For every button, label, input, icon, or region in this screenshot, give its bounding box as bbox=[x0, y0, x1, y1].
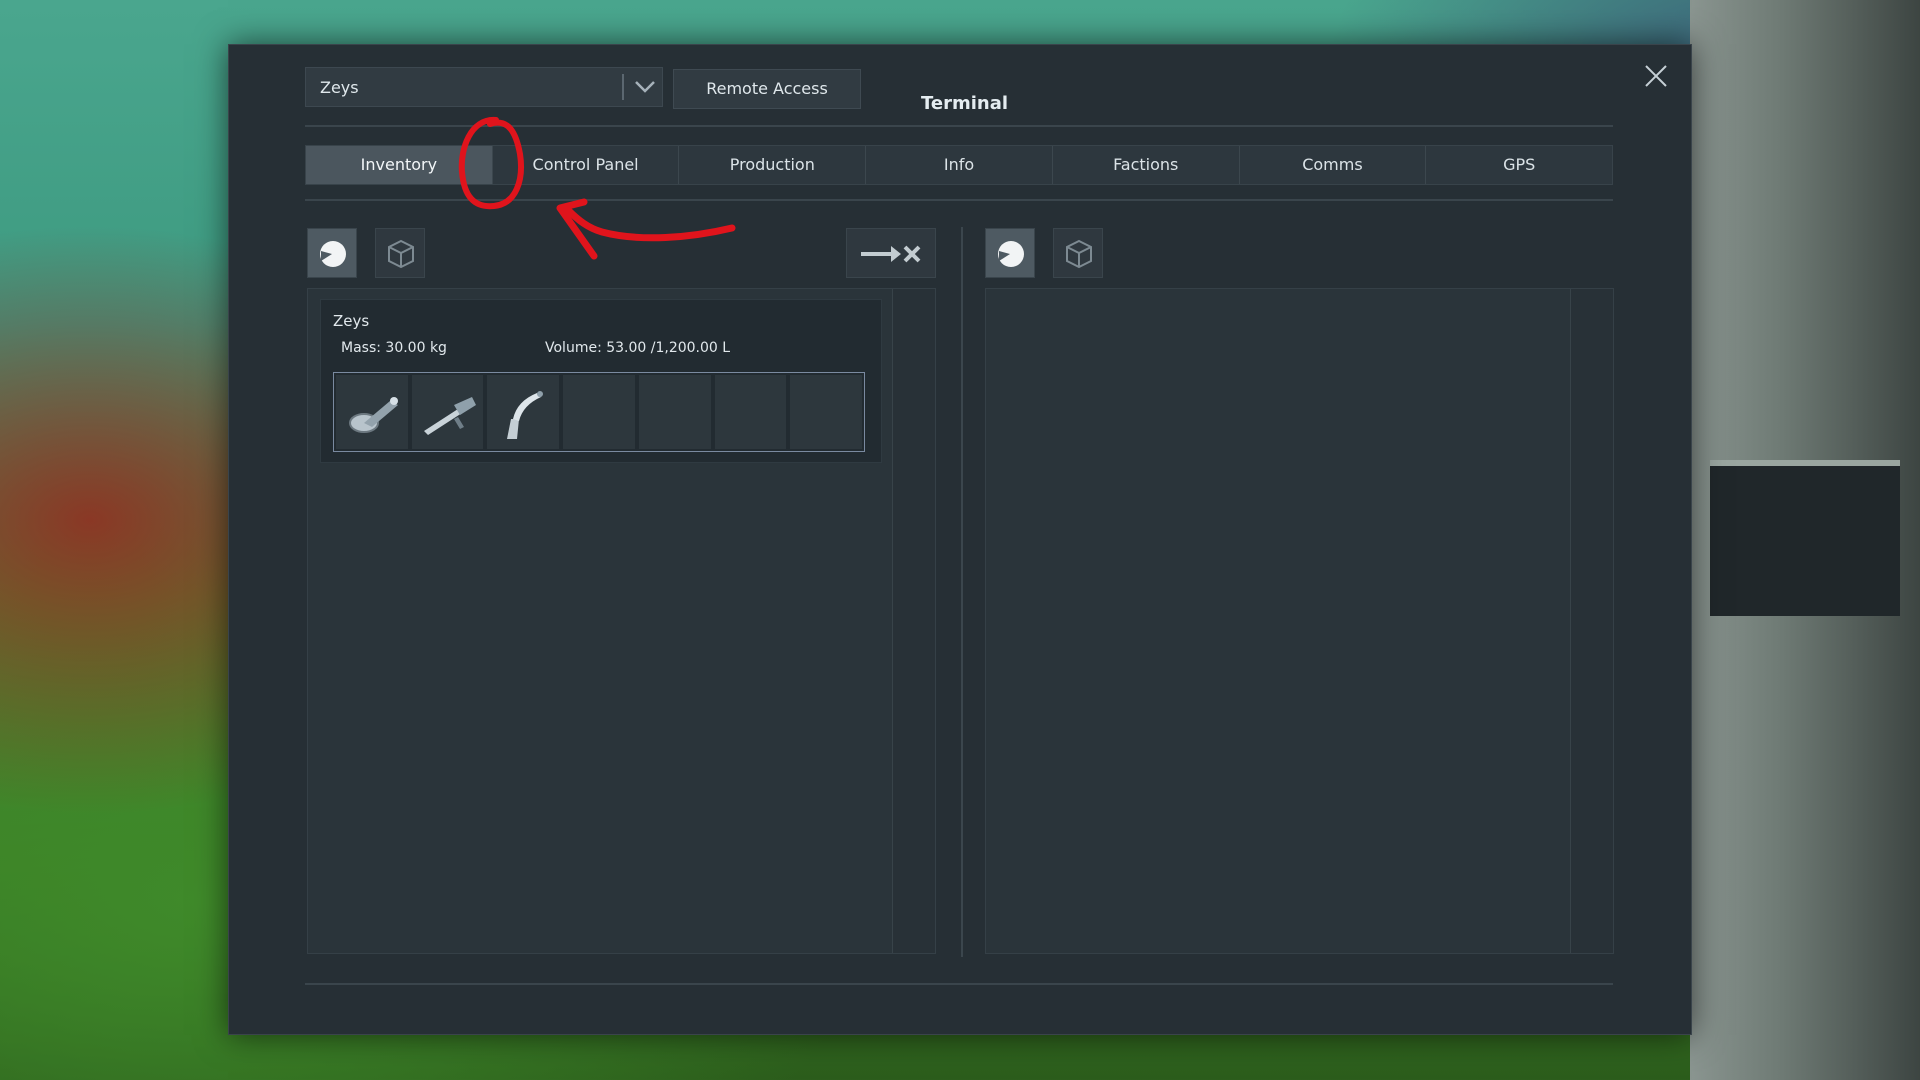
left-character-filter-button[interactable] bbox=[307, 228, 357, 278]
footer-divider bbox=[305, 983, 1613, 985]
transfer-disabled-button[interactable] bbox=[846, 228, 936, 278]
tab-info[interactable]: Info bbox=[866, 146, 1053, 184]
inventory-slots bbox=[333, 372, 865, 452]
hand-drill-icon bbox=[423, 397, 476, 435]
tab-bar: Inventory Control Panel Production Info … bbox=[305, 145, 1613, 185]
welder-icon bbox=[507, 391, 544, 439]
tab-factions[interactable]: Factions bbox=[1053, 146, 1240, 184]
inventory-slot[interactable] bbox=[336, 375, 408, 449]
transfer-disabled-icon bbox=[861, 245, 921, 263]
terminal-window: Zeys Remote Access Terminal Inventory Co… bbox=[228, 44, 1692, 1035]
panels-divider bbox=[961, 227, 963, 957]
tab-inventory[interactable]: Inventory bbox=[306, 146, 493, 184]
inventory-mass: Mass: 30.00 kg bbox=[341, 340, 447, 356]
header-divider bbox=[305, 125, 1613, 127]
close-icon[interactable] bbox=[1639, 61, 1673, 95]
cargo-container-icon bbox=[1066, 239, 1092, 269]
inventory-card: Zeys Mass: 30.00 kg Volume: 53.00 /1,200… bbox=[320, 299, 882, 463]
inventory-owner-name: Zeys bbox=[333, 312, 370, 330]
tab-control-panel[interactable]: Control Panel bbox=[493, 146, 680, 184]
owner-dropdown-value: Zeys bbox=[320, 78, 359, 97]
inventory-slot[interactable] bbox=[563, 375, 635, 449]
tab-gps[interactable]: GPS bbox=[1426, 146, 1612, 184]
left-scrollbar[interactable] bbox=[892, 289, 935, 953]
right-container-filter-button[interactable] bbox=[1053, 228, 1103, 278]
cargo-container-icon bbox=[388, 239, 414, 269]
left-inventory-panel: Zeys Mass: 30.00 kg Volume: 53.00 /1,200… bbox=[307, 288, 936, 954]
character-helmet-icon bbox=[998, 241, 1024, 267]
right-inventory-panel bbox=[985, 288, 1614, 954]
owner-dropdown[interactable]: Zeys bbox=[305, 67, 663, 107]
background-structure bbox=[1690, 0, 1920, 1080]
inventory-slot[interactable] bbox=[790, 375, 863, 449]
inventory-slot[interactable] bbox=[714, 375, 787, 449]
tab-comms[interactable]: Comms bbox=[1240, 146, 1427, 184]
grinder-icon bbox=[349, 397, 398, 433]
right-scrollbar[interactable] bbox=[1570, 289, 1613, 953]
right-character-filter-button[interactable] bbox=[985, 228, 1035, 278]
dropdown-separator bbox=[622, 74, 624, 100]
inventory-volume: Volume: 53.00 /1,200.00 L bbox=[545, 340, 731, 356]
character-helmet-icon bbox=[320, 241, 346, 267]
tab-production[interactable]: Production bbox=[679, 146, 867, 184]
inventory-slot[interactable] bbox=[638, 375, 711, 449]
window-title: Terminal bbox=[921, 93, 1009, 114]
inventory-slot[interactable] bbox=[411, 375, 484, 449]
left-container-filter-button[interactable] bbox=[375, 228, 425, 278]
tabs-divider bbox=[305, 199, 1613, 201]
remote-access-button[interactable]: Remote Access bbox=[673, 69, 861, 109]
inventory-slot[interactable] bbox=[487, 375, 560, 449]
chevron-down-icon[interactable] bbox=[630, 72, 660, 102]
